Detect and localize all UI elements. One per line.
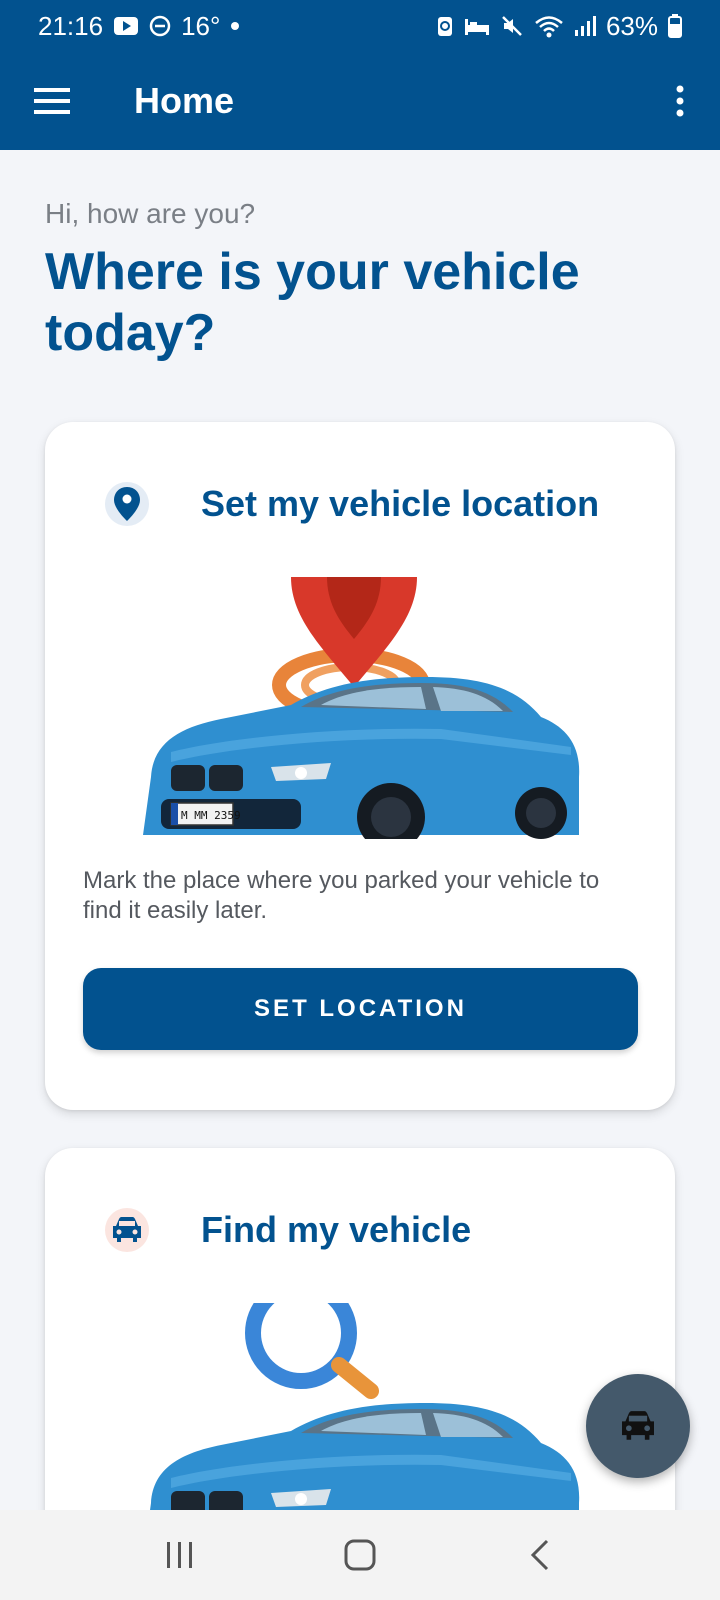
dot-icon [230,21,240,31]
status-battery-text: 63% [605,10,658,41]
set-location-button[interactable]: SET LOCATION [83,968,638,1050]
more-vertical-icon[interactable] [640,52,720,150]
youtube-icon [113,16,139,36]
headline: Where is your vehicle today? [45,243,580,362]
status-bar: 21:16 16° 63% [0,0,720,52]
status-temperature: 16° [181,10,221,41]
recents-icon[interactable] [140,1525,220,1585]
status-left: 21:16 16° [38,11,240,42]
car-icon [622,1411,654,1440]
car-icon [105,1208,149,1252]
hamburger-menu-icon[interactable] [0,52,104,150]
find-vehicle-card[interactable]: Find my vehicle [45,1148,675,1510]
car-search-illustration [141,1277,593,1510]
vehicle-fab-button[interactable] [586,1374,690,1478]
signal-icon [574,15,596,37]
set-location-card: Set my vehicle location M MM 2359 Mark t… [45,422,675,1110]
status-right: 63% [436,11,682,42]
battery-icon [668,14,682,38]
mute-icon [500,14,524,38]
system-nav-bar [0,1510,720,1600]
location-pin-icon [105,482,149,526]
find-vehicle-title: Find my vehicle [201,1209,472,1250]
greeting-text: Hi, how are you? [45,198,256,229]
page-title: Home [134,80,235,121]
car-location-illustration: M MM 2359 [141,577,593,851]
card-header: Find my vehicle [105,1208,471,1252]
back-icon[interactable] [500,1525,580,1585]
set-location-description: Mark the place where you parked your veh… [83,867,600,924]
home-content[interactable]: Hi, how are you? Where is your vehicle t… [0,150,720,1510]
wifi-icon [534,14,564,38]
license-plate-text: M MM 2359 [181,809,241,822]
dnd-icon [149,15,171,37]
status-time: 21:16 [38,10,104,41]
sleep-icon [464,16,490,36]
sync-icon [436,14,454,38]
home-icon[interactable] [320,1525,400,1585]
app-bar: Home [0,52,720,150]
set-location-title: Set my vehicle location [201,483,600,524]
card-header: Set my vehicle location [105,482,599,526]
